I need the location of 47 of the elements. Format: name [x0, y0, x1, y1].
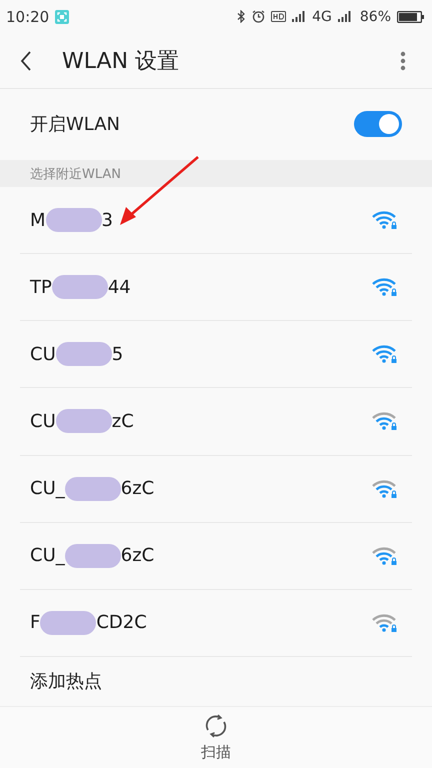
network-name: 3	[102, 210, 113, 231]
network-name: F	[30, 612, 40, 634]
screenshot-icon	[55, 10, 70, 24]
redaction-mark	[40, 610, 96, 635]
network-name: zC	[112, 410, 134, 432]
network-item[interactable]: CU zC	[20, 388, 412, 456]
section-label: 选择附近WLAN	[30, 166, 122, 183]
network-item[interactable]: CU_ 6zC	[20, 522, 412, 590]
network-name: CU	[30, 410, 56, 432]
network-name: TP	[30, 276, 52, 298]
refresh-icon	[203, 712, 229, 739]
redaction-mark	[56, 342, 112, 366]
page-title: WLAN 设置	[62, 48, 180, 76]
redaction-mark	[64, 476, 121, 501]
battery-icon	[397, 10, 424, 23]
bluetooth-icon	[237, 10, 246, 24]
scan-button[interactable]: 扫描	[191, 706, 241, 768]
battery-percent: 86%	[360, 8, 391, 25]
back-icon	[20, 50, 32, 71]
network-item[interactable]: CU_ 6zC	[20, 456, 412, 523]
network-name: 6zC	[120, 478, 154, 500]
network-name: 44	[108, 276, 131, 298]
network-name: CU_	[30, 545, 65, 566]
network-item[interactable]: TP 44	[20, 254, 412, 322]
status-time: 10:20	[6, 8, 50, 26]
network-item[interactable]: CU 5	[20, 321, 412, 388]
network-name: CU	[30, 344, 56, 365]
add-hotspot-item[interactable]: 添加热点	[30, 669, 102, 694]
network-item[interactable]: M 3	[20, 187, 412, 254]
signal-icon	[292, 11, 306, 22]
wlan-toggle-label: 开启WLAN	[30, 113, 120, 136]
redaction-mark	[56, 409, 112, 434]
redaction-mark	[46, 208, 102, 232]
network-name: 6zC	[120, 545, 154, 566]
network-type: 4G	[312, 8, 332, 25]
hd-icon	[271, 11, 286, 22]
wlan-switch[interactable]	[354, 111, 402, 138]
network-item[interactable]: F CD2C	[20, 590, 412, 657]
signal-icon	[338, 11, 352, 22]
more-icon	[400, 50, 406, 71]
alarm-icon	[252, 10, 266, 24]
redaction-mark	[64, 544, 121, 568]
network-name: 5	[112, 344, 124, 365]
redaction-mark	[52, 275, 108, 300]
network-name: CU_	[30, 478, 65, 500]
network-name: CD2C	[96, 612, 147, 634]
network-name: M	[30, 210, 46, 231]
